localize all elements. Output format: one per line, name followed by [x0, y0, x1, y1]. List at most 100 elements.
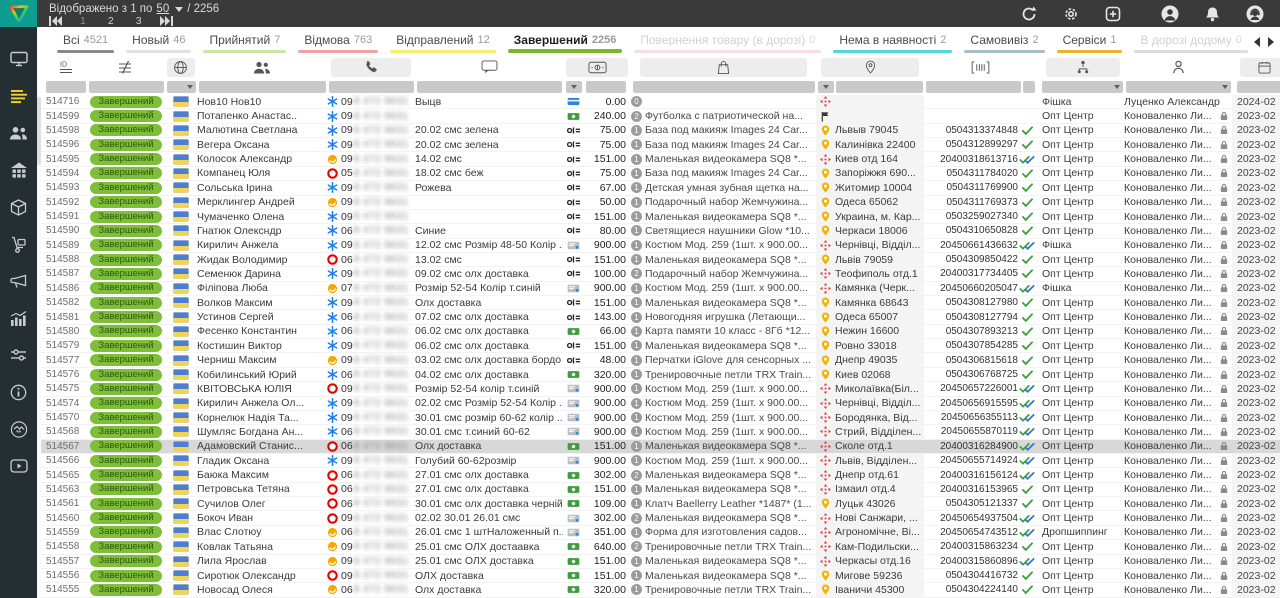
table-row-514595[interactable]: 514595ЗавершенийКолосок Александр098 472… [41, 152, 1280, 166]
col-date-header[interactable] [1232, 56, 1280, 78]
col-phone-header[interactable] [327, 56, 415, 78]
last-page-button[interactable] [160, 16, 173, 26]
col-tracking-header[interactable] [924, 56, 1036, 78]
table-row-514591[interactable]: 514591ЗавершенийЧумаченко Олена098 472 9… [41, 210, 1280, 224]
filter-client[interactable] [199, 81, 326, 93]
page-size-dropdown[interactable]: 50 [156, 3, 169, 15]
filter-comment[interactable] [417, 81, 562, 93]
table-row-514580[interactable]: 514580ЗавершенийФесенко Константин068 47… [41, 325, 1280, 339]
filter-city[interactable] [836, 81, 923, 93]
sidebar-item-products-box[interactable] [9, 197, 29, 217]
filter-carrier[interactable] [818, 81, 834, 93]
table-row-514581[interactable]: 514581ЗавершенийУстинов Сергей068 472 96… [41, 310, 1280, 324]
refresh-icon[interactable] [1021, 6, 1037, 22]
add-icon[interactable] [1105, 6, 1121, 22]
table-row-514567[interactable]: 514567ЗавершенийАдамовский Станис...068 … [41, 440, 1280, 454]
sidebar-item-statistics-chart[interactable] [9, 308, 29, 328]
table-row-514555[interactable]: 514555ЗавершенийНовосад Олеся068 472 963… [41, 583, 1280, 597]
first-page-button[interactable] [49, 16, 62, 26]
table-row-514574[interactable]: 514574ЗавершенийКирилич Анжела Ол...098 … [41, 397, 1280, 411]
filter-payment-type[interactable] [566, 81, 582, 93]
filter-amount[interactable] [586, 81, 627, 93]
sidebar-item-video-tutorials[interactable] [9, 456, 29, 476]
support-headset-icon[interactable] [1246, 5, 1264, 23]
col-manager-header[interactable] [1124, 56, 1232, 78]
tab-6[interactable]: Завершений2256 [502, 27, 629, 56]
filter-id[interactable] [46, 81, 86, 93]
filter-phone[interactable] [329, 81, 414, 93]
table-row-514561[interactable]: 514561ЗавершенийСучилов Олег068 472 9631… [41, 497, 1280, 511]
page-button-2[interactable]: 2 [108, 15, 114, 27]
filter-product[interactable] [633, 81, 815, 93]
table-row-514565[interactable]: 514565ЗавершенийБаюка Максим068 472 9631… [41, 468, 1280, 482]
notifications-bell-icon[interactable] [1205, 6, 1220, 22]
tabs-scroll-right-icon[interactable] [1268, 37, 1274, 47]
col-payment-header[interactable] [563, 56, 631, 78]
table-row-514590[interactable]: 514590ЗавершенийГнатюк Олексндр068 472 9… [41, 224, 1280, 238]
col-status-header[interactable] [87, 56, 165, 78]
table-row-514575[interactable]: 514575ЗавершенийКВІТОВСЬКА ЮЛІЯ098 472 9… [41, 382, 1280, 396]
sidebar-item-purchases-trolley[interactable] [9, 234, 29, 254]
sidebar-item-automation-sliders[interactable] [9, 345, 29, 365]
sidebar-item-info[interactable] [9, 382, 29, 402]
sidebar-item-dashboard-monitor[interactable] [9, 49, 29, 69]
col-client-header[interactable] [197, 56, 327, 78]
table-row-514598[interactable]: 514598ЗавершенийМалютина Светлана098 472… [41, 124, 1280, 138]
sidebar-item-orders-list-active[interactable] [9, 86, 29, 106]
col-country-header[interactable] [165, 56, 197, 78]
col-delivery-header[interactable] [816, 56, 924, 78]
tab-2[interactable]: Новый46 [120, 27, 197, 56]
table-row-514586[interactable]: 514586ЗавершенийФіліпова Люба078 472 963… [41, 282, 1280, 296]
tab-4[interactable]: Відмова763 [292, 27, 384, 56]
table-row-514587[interactable]: 514587ЗавершенийСеменюк Дарина098 472 96… [41, 267, 1280, 281]
sidebar-item-partners-handshake[interactable] [9, 419, 29, 439]
table-row-514556[interactable]: 514556ЗавершенийСиротюк Олександр098 472… [41, 569, 1280, 583]
tab-11[interactable]: В дорозі додому0 [1128, 27, 1253, 56]
table-row-514599[interactable]: 514599ЗавершенийПотапенко Анастас..098 4… [41, 109, 1280, 123]
chevron-down-icon[interactable] [175, 7, 183, 12]
col-comment-header[interactable] [415, 56, 563, 78]
table-row-514579[interactable]: 514579ЗавершенийКостишин Виктор098 472 9… [41, 339, 1280, 353]
table-row-514716[interactable]: 514716ЗавершенийНов10 Нов10098 472 9631В… [41, 95, 1280, 109]
tab-1[interactable]: Всі4521 [51, 27, 120, 56]
page-button-3[interactable]: 3 [136, 15, 142, 27]
table-row-514594[interactable]: 514594ЗавершенийКомпанец Юля058 472 9631… [41, 167, 1280, 181]
sidebar-item-clients[interactable] [9, 123, 29, 143]
tab-7[interactable]: Повернення товару (в дорозі)0 [628, 27, 827, 56]
table-row-514592[interactable]: 514592ЗавершенийМерклингер Андрей098 472… [41, 196, 1280, 210]
table-row-514577[interactable]: 514577ЗавершенийЧерниш Максим098 472 963… [41, 353, 1280, 367]
table-row-514566[interactable]: 514566ЗавершенийГладик Оксана098 472 963… [41, 454, 1280, 468]
table-row-514582[interactable]: 514582ЗавершенийВолков Максим098 472 963… [41, 296, 1280, 310]
settings-gear-icon[interactable] [1063, 6, 1079, 22]
tab-5[interactable]: Відправлений12 [384, 27, 502, 56]
table-row-514563[interactable]: 514563ЗавершенийПетровська Тетяна068 472… [41, 483, 1280, 497]
col-product-header[interactable] [631, 56, 816, 78]
tab-8[interactable]: Нема в наявності2 [827, 27, 958, 56]
col-source-header[interactable] [1036, 56, 1124, 78]
table-row-514558[interactable]: 514558ЗавершенийКовлак Татьяна098 472 96… [41, 540, 1280, 554]
filter-date[interactable] [1237, 81, 1280, 93]
filter-source[interactable] [1042, 81, 1123, 93]
table-scrollbar[interactable] [37, 95, 41, 598]
tab-3[interactable]: Прийнятий7 [197, 27, 292, 56]
table-scrollbar-thumb[interactable] [37, 97, 41, 165]
filter-track-status[interactable] [1023, 81, 1035, 93]
table-row-514589[interactable]: 514589ЗавершенийКирилич Анжела098 472 96… [41, 239, 1280, 253]
filter-tracking[interactable] [926, 81, 1021, 93]
filter-country[interactable] [167, 81, 196, 93]
tab-10[interactable]: Сервіси1 [1051, 27, 1129, 56]
col-id-header[interactable]: ID [41, 56, 87, 78]
tab-9[interactable]: Самовивіз2 [958, 27, 1050, 56]
table-row-514570[interactable]: 514570ЗавершенийКорнелюк Надія Та...098 … [41, 411, 1280, 425]
filter-status[interactable] [89, 81, 164, 93]
table-row-514560[interactable]: 514560ЗавершенийБокоч Иван098 472 963102… [41, 511, 1280, 525]
sidebar-item-company-structure[interactable] [9, 160, 29, 180]
table-row-514596[interactable]: 514596ЗавершенийВегера Оксана098 472 963… [41, 138, 1280, 152]
table-row-514568[interactable]: 514568ЗавершенийШумляс Богдана Ан...068 … [41, 425, 1280, 439]
table-row-514593[interactable]: 514593ЗавершенийСольська Ірина098 472 96… [41, 181, 1280, 195]
filter-manager[interactable] [1126, 81, 1231, 93]
table-row-514557[interactable]: 514557ЗавершенийЛила Ярослав098 472 9631… [41, 555, 1280, 569]
table-row-514559[interactable]: 514559ЗавершенийВлас Слотюу068 472 96312… [41, 526, 1280, 540]
table-row-514588[interactable]: 514588ЗавершенийЖидак Володимир068 472 9… [41, 253, 1280, 267]
profile-avatar[interactable] [1161, 5, 1179, 23]
